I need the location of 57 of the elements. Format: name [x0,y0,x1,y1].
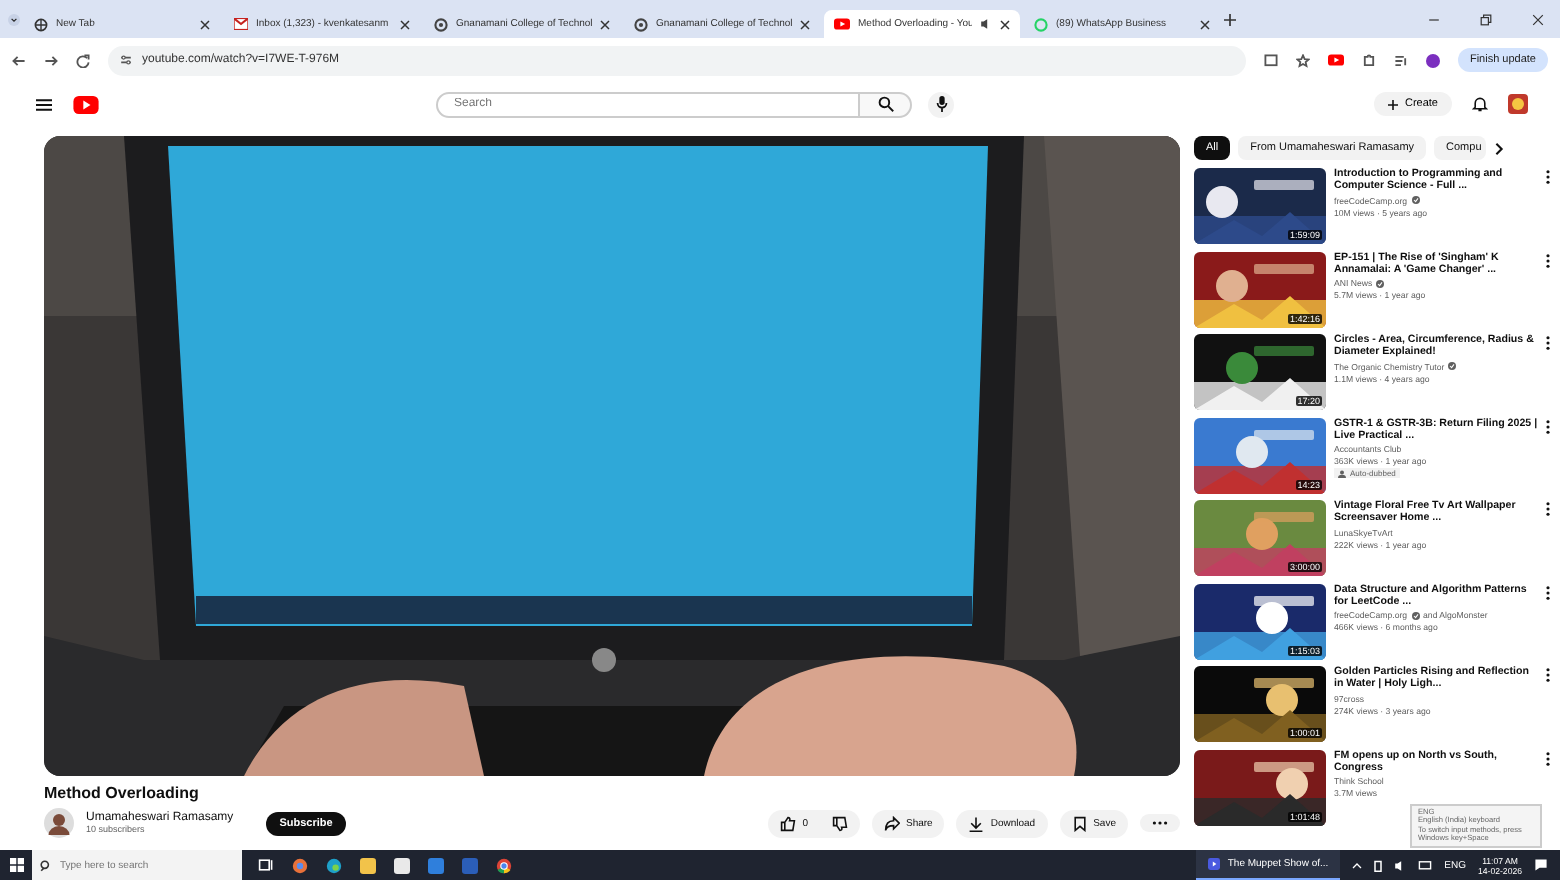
speaker-icon [980,18,992,30]
globe-icon [434,17,448,31]
close-icon[interactable] [200,19,210,29]
install-icon[interactable] [1263,53,1278,67]
forward-icon[interactable] [44,53,58,67]
back-icon[interactable] [12,53,26,67]
extension-icon[interactable] [1327,54,1344,66]
edge-icon[interactable] [326,857,342,873]
microphone-icon [935,96,947,112]
new-tab-icon[interactable] [1224,13,1236,25]
restore-icon[interactable] [1480,13,1492,25]
chevron-up-icon[interactable] [1352,861,1363,869]
play-logo-icon [834,18,850,30]
download-icon [968,815,985,831]
video-title: Method Overloading [44,784,201,802]
plus-icon [1388,99,1399,109]
close-icon[interactable] [1532,13,1544,25]
close-icon[interactable] [1200,19,1210,29]
media-icon[interactable] [1393,53,1408,67]
star-icon[interactable] [1295,53,1310,67]
notification-icon[interactable] [1534,858,1548,872]
speaker-icon[interactable] [1394,859,1407,871]
youtube-logo[interactable] [72,95,100,113]
share-icon [884,815,900,831]
search-icon [40,859,52,871]
globe-icon [34,17,48,31]
tab-list-icon[interactable] [8,13,20,25]
menu-icon[interactable] [36,97,52,111]
bookmark-icon [1071,815,1088,831]
person-icon [1338,469,1346,478]
task-view-icon[interactable] [258,858,274,872]
close-icon[interactable] [400,19,410,29]
close-icon[interactable] [600,19,610,29]
globe-icon [634,17,648,31]
minimize-icon[interactable] [1428,13,1440,25]
close-icon[interactable] [800,19,810,29]
close-icon[interactable] [1000,19,1010,29]
more-icon [1152,820,1168,826]
search-icon [877,96,893,112]
copilot-icon[interactable] [292,857,308,873]
chrome-icon[interactable] [496,857,512,873]
site-info-icon[interactable] [120,54,132,66]
search-button[interactable] [860,91,912,117]
chat-icon [1034,17,1048,31]
thumbs-down-icon [832,815,848,831]
video-app-icon [1207,858,1220,870]
reload-icon[interactable] [76,53,90,67]
chevron-right-icon[interactable] [1493,141,1504,155]
voice-search-button[interactable] [928,91,954,117]
battery-icon[interactable] [1374,859,1383,871]
bell-icon[interactable] [1472,96,1488,112]
channel-avatar[interactable] [44,808,74,838]
avatar-icon[interactable] [1508,94,1528,114]
more-button[interactable] [1140,814,1180,832]
windows-start-icon[interactable] [9,858,23,872]
thumbs-up-icon [780,815,797,831]
avatar-icon[interactable] [1425,53,1440,67]
